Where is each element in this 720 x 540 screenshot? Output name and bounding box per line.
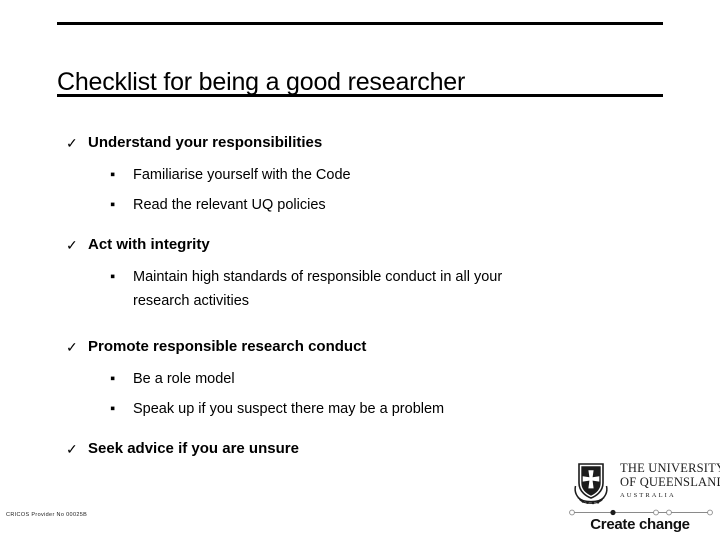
checklist-subitem: ▪ Maintain high standards of responsible… [0,265,720,313]
checklist-subitem-label: Be a role model [133,371,235,387]
uq-logo: THE UNIVERSITY OF QUEENSLAND AUSTRALIA C… [566,458,720,534]
checklist-subitem: ▪ Familiarise yourself with the Code [0,163,720,187]
checklist-subitem-wrap: research activities [133,293,250,309]
square-bullet-icon: ▪ [110,197,116,213]
checklist-group: ✓ Seek advice if you are unsure [0,439,720,459]
uq-wordmark-line1: THE UNIVERSITY [620,461,720,475]
title-rule-bottom [57,94,663,97]
uq-wordmark: THE UNIVERSITY OF QUEENSLAND AUSTRALIA [620,461,720,501]
checklist-group: ✓ Promote responsible research conduct ▪… [0,337,720,421]
checklist-heading: ✓ Act with integrity [0,235,720,255]
checklist-heading-label: Promote responsible research conduct [88,338,367,355]
uq-wordmark-line3: AUSTRALIA [620,492,676,499]
uq-tagline: Create change [590,516,690,533]
checklist-heading: ✓ Promote responsible research conduct [0,337,720,357]
checklist-heading-label: Seek advice if you are unsure [88,440,299,457]
checklist-heading: ✓ Understand your responsibilities [0,133,720,153]
checklist-subitem-label: Maintain high standards of responsible c… [133,269,503,285]
check-icon: ✓ [66,135,78,151]
check-icon: ✓ [66,339,78,355]
square-bullet-icon: ▪ [110,371,116,387]
square-bullet-icon: ▪ [110,167,116,183]
checklist-subitem-label: Familiarise yourself with the Code [133,167,351,183]
page-title: Checklist for being a good researcher [57,67,466,96]
uq-wordmark-line2: OF QUEENSLAND [620,474,720,489]
title-rule-top [57,22,663,25]
square-bullet-icon: ▪ [110,401,116,417]
cricos-provider-text: CRICOS Provider No 00025B [6,512,88,518]
slide-canvas: Checklist for being a good researcher ✓ … [0,0,720,540]
checklist-group: ✓ Understand your responsibilities ▪ Fam… [0,133,720,217]
checklist-heading-label: Act with integrity [88,236,210,253]
checklist-subitem-label: Read the relevant UQ policies [133,197,326,213]
checklist-subitem: ▪ Be a role model [0,367,720,391]
check-icon: ✓ [66,441,78,457]
checklist-heading-label: Understand your responsibilities [88,134,323,151]
checklist-group: ✓ Act with integrity ▪ Maintain high sta… [0,235,720,313]
checklist-subitem: ▪ Speak up if you suspect there may be a… [0,397,720,421]
uq-crest-icon [574,463,608,505]
checklist-heading: ✓ Seek advice if you are unsure [0,439,720,459]
checklist-subitem: ▪ Read the relevant UQ policies [0,193,720,217]
square-bullet-icon: ▪ [110,269,116,285]
check-icon: ✓ [66,237,78,253]
checklist-subitem-label: Speak up if you suspect there may be a p… [133,401,445,417]
